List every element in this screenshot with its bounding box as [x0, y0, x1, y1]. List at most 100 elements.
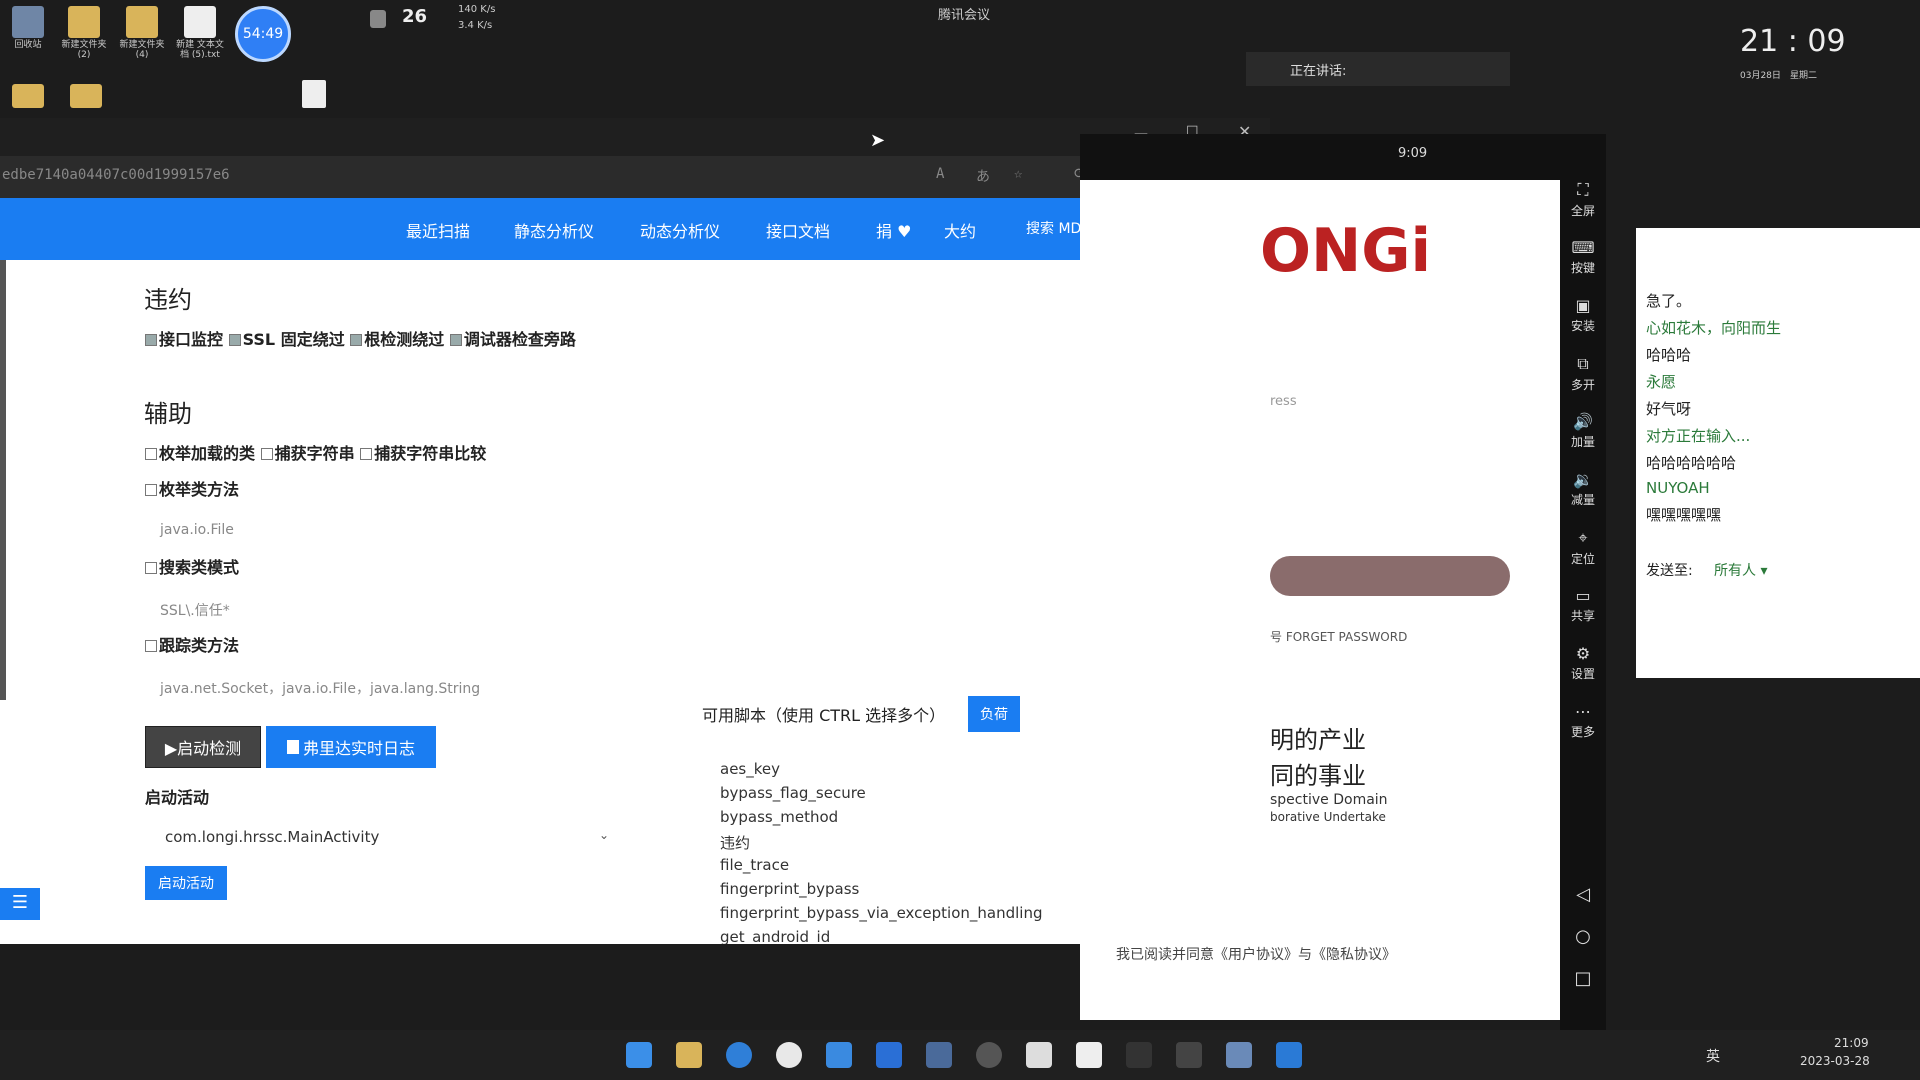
tool-more[interactable]: ⋯ 更多 [1560, 702, 1606, 740]
nav-donate[interactable]: 捐 ♥ [876, 218, 911, 242]
checkbox-enum-class-methods[interactable] [145, 484, 157, 496]
console-icon[interactable] [1176, 1042, 1202, 1068]
script-option[interactable]: get_android_id [720, 928, 830, 944]
taskbar-date[interactable]: 2023-03-28 [1800, 1054, 1870, 1068]
checkbox-trace-class-methods[interactable] [145, 640, 157, 652]
folder-icon: ▭ [1575, 586, 1591, 605]
menu-toggle-icon[interactable]: ☰ [0, 888, 40, 920]
tool-share[interactable]: ▭ 共享 [1560, 586, 1606, 624]
send-to-select[interactable]: 所有人 ▾ [1714, 560, 1767, 580]
nav-about[interactable]: 大约 [944, 218, 976, 242]
tool-volume-up[interactable]: 🔊 加量 [1560, 412, 1606, 450]
script-option[interactable]: 违约 [720, 832, 750, 853]
login-button[interactable] [1270, 556, 1510, 596]
folder-icon[interactable] [12, 84, 44, 108]
meeting-app-title[interactable]: 腾讯会议 [938, 4, 990, 23]
chat-message: 哈哈哈 [1646, 346, 1692, 364]
tool-settings[interactable]: ⚙ 设置 [1560, 644, 1606, 682]
terminal-icon[interactable] [1126, 1042, 1152, 1068]
start-activity-button[interactable]: 启动活动 [145, 866, 227, 900]
activity-select[interactable]: com.longi.hrssc.MainActivity ⌄ [145, 818, 615, 858]
volume-up-icon: 🔊 [1573, 412, 1593, 431]
notepad-icon[interactable] [926, 1042, 952, 1068]
favorite-icon[interactable]: ☆ [1014, 166, 1022, 182]
script-option[interactable]: aes_key [720, 760, 780, 778]
gear-icon: ⚙ [1575, 644, 1591, 663]
vscode-icon[interactable] [1276, 1042, 1302, 1068]
back-icon[interactable]: ◁ [1560, 884, 1606, 905]
tool-location[interactable]: ⌖ 定位 [1560, 528, 1606, 567]
chat-message: 心如花木，向阳而生 [1646, 319, 1782, 337]
tool-volume-down[interactable]: 🔉 减量 [1560, 470, 1606, 508]
ime-indicator[interactable]: 英 [1706, 1046, 1720, 1066]
checkbox-ssl-pinning-bypass[interactable] [228, 334, 241, 346]
nav-dynamic-analyzer[interactable]: 动态分析仪 [640, 218, 720, 242]
search-pattern-row: 搜索类模式 [145, 554, 239, 578]
tool-install[interactable]: ▣ 安装 [1560, 296, 1606, 334]
emulator-statusbar: 9:09 [1080, 134, 1560, 180]
app-icon[interactable] [1226, 1042, 1252, 1068]
document-icon[interactable] [302, 80, 326, 108]
auxiliary-checks-row: 枚举加载的类 捕获字符串 捕获字符串比较 [145, 440, 486, 464]
nav-api-docs[interactable]: 接口文档 [766, 218, 830, 242]
more-icon: ⋯ [1575, 702, 1591, 721]
checkbox-root-detection-bypass[interactable] [350, 334, 363, 346]
start-instrumentation-button[interactable]: ▶启动检测 [145, 726, 261, 768]
emulator-screen[interactable]: ONGi ress 号 FORGET PASSWORD 明的产业 同的事业 sp… [1080, 180, 1560, 1020]
checkbox-enum-loaded-classes[interactable] [145, 448, 157, 460]
read-aloud-icon[interactable]: A [936, 166, 944, 182]
start-icon[interactable] [626, 1042, 652, 1068]
tool-fullscreen[interactable]: ⛶ 全屏 [1560, 180, 1606, 219]
typora-icon[interactable] [1076, 1042, 1102, 1068]
checkbox-capture-strings[interactable] [260, 448, 273, 460]
checkbox-capture-string-compare[interactable] [360, 448, 373, 460]
app-icon[interactable] [826, 1042, 852, 1068]
translate-icon[interactable]: あ [976, 166, 990, 186]
enum-methods-input[interactable]: java.io.File [160, 522, 234, 538]
script-option[interactable]: file_trace [720, 856, 789, 874]
edge-icon[interactable] [726, 1042, 752, 1068]
forget-password-link[interactable]: 号 FORGET PASSWORD [1270, 628, 1407, 645]
desktop-icon-textfile[interactable]: 新建 文本文档 (5).txt [172, 6, 228, 61]
frida-live-logs-button[interactable]: 弗里达实时日志 [266, 726, 436, 768]
meeting-timer[interactable]: 54:49 [235, 6, 291, 62]
desktop-icon-folder-2[interactable]: 新建文件夹 (2) [56, 6, 112, 61]
script-option[interactable]: fingerprint_bypass_via_exception_handlin… [720, 904, 1043, 922]
trace-methods-input[interactable]: java.net.Socket，java.io.File，java.lang.S… [160, 678, 480, 698]
folder-icon [68, 6, 100, 38]
nav-recent-scans[interactable]: 最近扫描 [406, 218, 470, 242]
meeting-chat-panel: 急了。 心如花木，向阳而生 哈哈哈 永愿 好气呀 对方正在输入... 哈哈哈哈哈… [1636, 228, 1920, 678]
script-option[interactable]: bypass_flag_secure [720, 784, 866, 802]
file-explorer-icon[interactable] [676, 1042, 702, 1068]
trace-methods-row: 跟踪类方法 [145, 632, 239, 656]
meeting-icon[interactable] [876, 1042, 902, 1068]
github-icon[interactable] [976, 1042, 1002, 1068]
search-pattern-input[interactable]: SSL\.信任* [160, 600, 230, 620]
app-icon[interactable] [1026, 1042, 1052, 1068]
chrome-icon[interactable] [776, 1042, 802, 1068]
script-option[interactable]: bypass_method [720, 808, 838, 826]
checkbox-debugger-check-bypass[interactable] [449, 334, 462, 346]
desktop-clock: 21 : 09 [1740, 24, 1846, 59]
home-icon[interactable]: ○ [1560, 926, 1606, 947]
tool-keys[interactable]: ⌨ 按键 [1560, 238, 1606, 276]
script-option[interactable]: fingerprint_bypass [720, 880, 859, 898]
chat-message: 好气呀 [1646, 400, 1692, 418]
folder-icon[interactable] [70, 84, 102, 108]
recents-icon[interactable]: □ [1560, 968, 1606, 989]
address-text: edbe7140a04407c00d1999157e6 [2, 167, 230, 183]
speaking-label: 正在讲话: [1290, 64, 1347, 79]
desktop-clock-weekday: 星期二 [1790, 71, 1818, 81]
chat-message: 永愿 [1646, 373, 1677, 391]
agreement-checkbox[interactable]: 我已阅读并同意《用户协议》与《隐私协议》 [1116, 944, 1396, 964]
load-scripts-button[interactable]: 负荷 [968, 696, 1020, 732]
checkbox-api-monitor[interactable] [145, 334, 157, 346]
desktop-icon-recycle-bin[interactable]: 回收站 [0, 6, 56, 51]
slogan-line-1: 明的产业 [1270, 726, 1366, 754]
taskbar-time[interactable]: 21:09 [1834, 1036, 1869, 1050]
nav-static-analyzer[interactable]: 静态分析仪 [514, 218, 594, 242]
desktop-clock-date: 03月28日 [1740, 71, 1781, 81]
desktop-icon-folder-4[interactable]: 新建文件夹 (4) [114, 6, 170, 61]
checkbox-search-class-pattern[interactable] [145, 562, 157, 574]
tool-multi[interactable]: ⧉ 多开 [1560, 354, 1606, 393]
